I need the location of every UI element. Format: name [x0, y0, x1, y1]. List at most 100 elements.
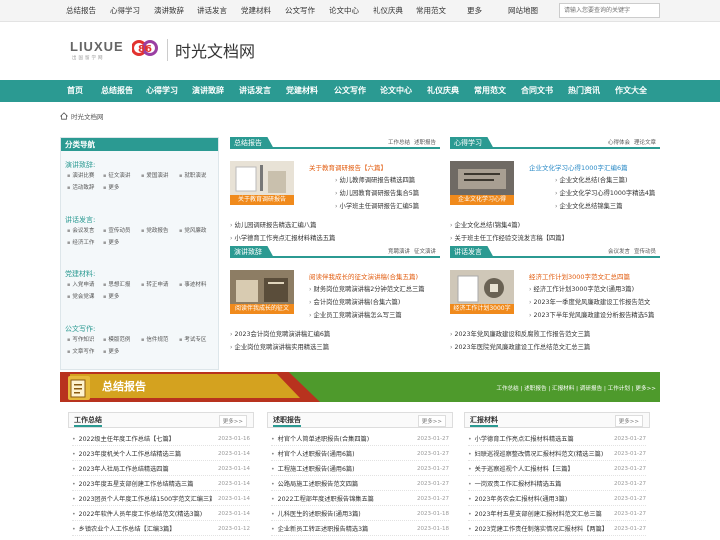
section-sub-link[interactable]: 宣传动员 [634, 246, 656, 258]
breadcrumb-home-link[interactable]: 时光文档网 [71, 113, 104, 121]
sidebar-link[interactable]: 信件规范 [141, 335, 168, 346]
nav-item-9[interactable]: 常用范文 [474, 80, 506, 102]
sidebar-link[interactable]: 转正申请 [141, 280, 168, 291]
list-item[interactable]: 2023年度五星支部创建工作总结精选三篇 2023-01-14 [72, 478, 250, 491]
list-item[interactable]: 儿科医生的述职报告(通用3篇) 2023-01-18 [271, 508, 449, 521]
list-item-title[interactable]: 村官个人述职报告(通用6篇) [271, 448, 411, 461]
nav-item-2[interactable]: 心得学习 [146, 80, 178, 102]
list-item-title[interactable]: 2023年度机关个人工作总结精选三篇 [72, 448, 212, 461]
list-item-title[interactable]: 2023年度五星支部创建工作总结精选三篇 [72, 478, 212, 491]
article-thumbnail[interactable]: 企业文化学习心得 [450, 161, 514, 205]
list-item-title[interactable]: 一岗双责工作汇报材料精选五篇 [468, 478, 608, 491]
article-thumbnail[interactable]: 经济工作计划3000字 [450, 270, 514, 314]
list-item[interactable]: 妇联巡视巡察整改情况汇报材料范文(精选三篇) 2023-01-27 [468, 448, 646, 461]
list-item-title[interactable]: 2023党建工作责任制落实情况汇报材料【两篇】 [468, 523, 608, 536]
column-more-button[interactable]: 更多>> [614, 415, 643, 427]
top-link-5[interactable]: 公文写作 [285, 0, 315, 22]
article-link[interactable]: 2023会计岗位竞聘演讲稿汇编6篇 [230, 329, 331, 338]
section-tag[interactable]: 讲话发言 [450, 246, 494, 258]
headline-link[interactable]: 关于教育调研报告【六篇】 [309, 162, 387, 172]
headline-link[interactable]: 阅读伴我成长的征文演讲稿(合集五篇) [309, 271, 418, 281]
section-tag[interactable]: 演讲致辞 [230, 246, 274, 258]
nav-item-5[interactable]: 党建材料 [286, 80, 318, 102]
list-item-title[interactable]: 关于巡察巡视个人汇报材料【三篇】 [468, 463, 608, 476]
list-item-title[interactable]: 2022工程部年度述职报告锦集五篇 [271, 493, 411, 506]
list-item[interactable]: 2022年软件人员年度工作总结范文(精选3篇) 2023-01-14 [72, 508, 250, 521]
sidebar-link[interactable]: 就职演说 [179, 171, 206, 182]
list-item-title[interactable]: 2023年务农会汇报材料(通用3篇) [468, 493, 608, 506]
article-link[interactable]: 企业员工竞聘演讲稿怎么写三篇 [309, 310, 402, 319]
list-item[interactable]: 2023年村五星支部创建汇报材料范文汇总三篇 2023-01-27 [468, 508, 646, 521]
article-link[interactable]: 关于班主任工作经验交流发言稿【四篇】 [450, 233, 568, 242]
list-item[interactable]: 2023年务农会汇报材料(通用3篇) 2023-01-27 [468, 493, 646, 506]
sidebar-link[interactable]: 思想汇报 [103, 280, 130, 291]
list-item-title[interactable]: 公路局施工述职报告范文四篇 [271, 478, 411, 491]
list-item[interactable]: 工程施工述职报告(通用6篇) 2023-01-27 [271, 463, 449, 476]
section-tag[interactable]: 心得学习 [450, 137, 494, 149]
article-link[interactable]: 2023年一季度党风廉政建设工作报告范文 [529, 297, 651, 306]
nav-item-7[interactable]: 论文中心 [380, 80, 412, 102]
top-link-sitemap[interactable]: 网站地图 [508, 0, 538, 22]
article-thumbnail[interactable]: 阅读伴我成长的征文 [230, 270, 294, 314]
article-link[interactable]: 幼儿教师调研报告精选四篇 [335, 175, 416, 184]
list-item[interactable]: 一岗双责工作汇报材料精选五篇 2023-01-27 [468, 478, 646, 491]
article-link[interactable]: 企业文化总结(合集三篇) [555, 175, 628, 184]
list-item[interactable]: 公路局施工述职报告范文四篇 2023-01-27 [271, 478, 449, 491]
sidebar-link[interactable]: 会议发言 [67, 226, 94, 237]
section-sub-link[interactable]: 会议发言 [608, 246, 630, 258]
nav-item-11[interactable]: 热门资讯 [568, 80, 600, 102]
sidebar-link[interactable]: 演讲比赛 [67, 171, 94, 182]
list-item-title[interactable]: 2023年人社局工作总结精选四篇 [72, 463, 212, 476]
article-link[interactable]: 企业岗位竞聘演讲稿实用精选三篇 [230, 342, 329, 351]
article-link[interactable]: 会计岗位竞聘演讲稿(合集六篇) [309, 297, 401, 306]
list-item[interactable]: 小学德育工作亮点汇报材料精选五篇 2023-01-27 [468, 433, 646, 446]
article-link[interactable]: 2023年党风廉政建设和反腐败工作报告范文三篇 [450, 329, 591, 338]
list-item-title[interactable]: 小学德育工作亮点汇报材料精选五篇 [468, 433, 608, 446]
nav-item-3[interactable]: 演讲致辞 [192, 80, 224, 102]
sidebar-more-link[interactable]: 更多 [103, 347, 119, 358]
sidebar-link[interactable]: 模版范例 [103, 335, 130, 346]
list-item-title[interactable]: 乡镇农业个人工作总结【汇编3篇】 [72, 523, 212, 536]
headline-link[interactable]: 企业文化学习心得1000字汇编6篇 [529, 162, 628, 172]
list-item-title[interactable]: 2023年村五星支部创建汇报材料范文汇总三篇 [468, 508, 608, 521]
article-link[interactable]: 财务岗位竞聘演讲稿2分钟范文汇总三篇 [309, 284, 425, 293]
top-link-8[interactable]: 常用范文 [416, 0, 446, 22]
sidebar-link[interactable]: 经济工作 [67, 238, 94, 249]
nav-item-10[interactable]: 合同文书 [521, 80, 553, 102]
top-link-9[interactable]: 更多 [467, 0, 482, 22]
sidebar-more-link[interactable]: 更多 [103, 238, 119, 249]
article-link[interactable]: 幼儿园教育调研报告集合5篇 [335, 188, 420, 197]
nav-item-12[interactable]: 作文大全 [615, 80, 647, 102]
list-item[interactable]: 关于巡察巡视个人汇报材料【三篇】 2023-01-27 [468, 463, 646, 476]
list-item-title[interactable]: 儿科医生的述职报告(通用3篇) [271, 508, 411, 521]
list-item[interactable]: 2022级主任年度工作总结【七篇】 2023-01-16 [72, 433, 250, 446]
banner-links[interactable]: 工作总结 | 述职报告 | 汇报材料 | 调研报告 | 工作计划 | 更多>> [496, 384, 656, 392]
sidebar-link[interactable]: 事迹材料 [179, 280, 206, 291]
list-item[interactable]: 企业新员工转正述职报告精选3篇 2023-01-18 [271, 523, 449, 536]
list-item-title[interactable]: 2022级主任年度工作总结【七篇】 [72, 433, 212, 446]
sidebar-more-link[interactable]: 更多 [103, 292, 119, 303]
top-link-1[interactable]: 心得学习 [110, 0, 140, 22]
list-item[interactable]: 2023年人社局工作总结精选四篇 2023-01-14 [72, 463, 250, 476]
sidebar-link[interactable]: 爱国演讲 [141, 171, 168, 182]
sidebar-link[interactable]: 考试专区 [179, 335, 206, 346]
nav-item-1[interactable]: 总结报告 [101, 80, 133, 102]
sidebar-link[interactable]: 文章写作 [67, 347, 94, 358]
section-sub-link[interactable]: 理论文章 [634, 137, 656, 149]
section-sub-link[interactable]: 竞聘演讲 [388, 246, 410, 258]
top-link-6[interactable]: 论文中心 [329, 0, 359, 22]
sidebar-link[interactable]: 活动致辞 [67, 183, 94, 194]
sidebar-link[interactable]: 党政报告 [141, 226, 168, 237]
list-item-title[interactable]: 2023团员个人年度工作总结1500字范文汇编三篇 [72, 493, 212, 506]
article-link[interactable]: 企业文化学习心得1000字精选4篇 [555, 188, 656, 197]
article-link[interactable]: 幼儿园调研报告精选汇编八篇 [230, 220, 317, 229]
article-link[interactable]: 企业文化总结锦集三篇 [555, 201, 623, 210]
nav-item-4[interactable]: 讲话发言 [239, 80, 271, 102]
list-item[interactable]: 村官个人简单述职报告(合集四篇) 2023-01-27 [271, 433, 449, 446]
search-input[interactable] [559, 3, 660, 18]
sidebar-link[interactable]: 写作知识 [67, 335, 94, 346]
article-link[interactable]: 2023年医院党风廉政建设工作总结范文汇总三篇 [450, 342, 591, 351]
article-link[interactable]: 2023下半年党风廉政建设分析报告精选5篇 [529, 310, 655, 319]
nav-item-6[interactable]: 公文写作 [334, 80, 366, 102]
nav-item-8[interactable]: 礼仪庆典 [427, 80, 459, 102]
